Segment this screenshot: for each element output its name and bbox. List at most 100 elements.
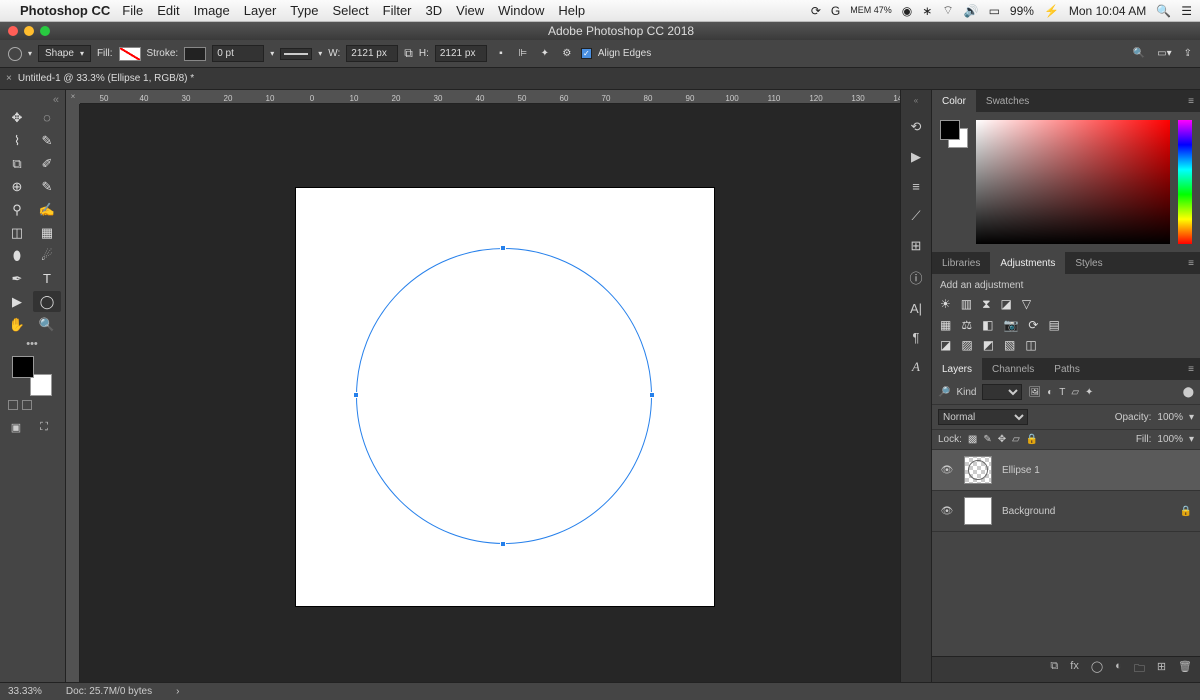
canvas-area[interactable]: × 50 40 30 20 10 0 10 20 30 40 50 60 70 … (66, 90, 900, 682)
fill-swatch[interactable] (119, 47, 141, 61)
spotlight-icon[interactable]: 🔍 (1156, 4, 1171, 18)
default-colors-icon[interactable] (8, 400, 18, 410)
clock[interactable]: Mon 10:04 AM (1069, 4, 1146, 18)
volume-icon[interactable]: 🔊 (964, 4, 979, 18)
adj-invert-icon[interactable]: ◪ (940, 338, 951, 352)
document-tab[interactable]: Untitled-1 @ 33.3% (Ellipse 1, RGB/8) * (18, 73, 194, 84)
hue-slider[interactable] (1178, 120, 1192, 244)
lock-pos-icon[interactable]: ✥ (998, 434, 1006, 445)
menu-type[interactable]: Type (290, 3, 318, 18)
handle-top[interactable] (500, 245, 506, 251)
tab-color[interactable]: Color (932, 90, 976, 112)
pen-tool[interactable]: ✒ (3, 268, 31, 289)
dodge-tool[interactable]: ☄ (33, 245, 61, 266)
layer-name[interactable]: Background (1002, 506, 1055, 517)
adj-gradmap-icon[interactable]: ▧ (1004, 338, 1015, 352)
quickmask-tool[interactable]: ▣ (2, 416, 30, 438)
gradient-tool[interactable]: ▦ (33, 222, 61, 243)
tab-layers[interactable]: Layers (932, 358, 982, 380)
stroke-weight-input[interactable]: 0 pt (212, 45, 264, 62)
lock-nest-icon[interactable]: ▱ (1012, 434, 1020, 445)
menu-edit[interactable]: Edit (157, 3, 179, 18)
logitech-icon[interactable]: G (831, 4, 840, 18)
brush-settings-icon[interactable]: ≡ (912, 179, 920, 194)
close-window-button[interactable] (8, 26, 18, 36)
blur-tool[interactable]: ⬮ (3, 245, 31, 266)
minimize-window-button[interactable] (24, 26, 34, 36)
clone-source-icon[interactable]: ⊞ (911, 238, 922, 254)
delete-layer-icon[interactable]: 🗑 (1178, 660, 1192, 679)
adj-brightness-icon[interactable]: ☀ (940, 297, 951, 312)
menu-filter[interactable]: Filter (383, 3, 412, 18)
zoom-level[interactable]: 33.33% (8, 686, 42, 697)
new-group-icon[interactable]: 🗀 (1134, 660, 1145, 679)
info-icon[interactable]: ⓘ (909, 268, 922, 287)
clone-tool[interactable]: ⚲ (3, 199, 31, 220)
fill-opacity-value[interactable]: 100% (1157, 434, 1183, 445)
share-icon[interactable]: ⇪ (1184, 48, 1192, 59)
hand-tool[interactable]: ✋ (3, 314, 31, 335)
tab-channels[interactable]: Channels (982, 358, 1044, 380)
brush-tool[interactable]: ✎ (33, 176, 61, 197)
ruler-origin[interactable]: × (66, 90, 80, 104)
eyedropper-tool[interactable]: ✐ (33, 153, 61, 174)
adj-poster-icon[interactable]: ▨ (961, 338, 972, 352)
close-document-icon[interactable]: × (6, 73, 12, 84)
stroke-style-select[interactable] (280, 48, 312, 60)
lock-all-icon[interactable]: 🔒 (1026, 434, 1038, 445)
menu-select[interactable]: Select (332, 3, 368, 18)
history-brush-tool[interactable]: ✍ (33, 199, 61, 220)
lock-trans-icon[interactable]: ▩ (968, 434, 977, 445)
status-chevron-icon[interactable]: › (176, 686, 179, 697)
path-align-icon[interactable]: ⊫ (515, 48, 531, 59)
visibility-icon[interactable]: 👁 (940, 465, 954, 476)
workspace-select-icon[interactable]: ▭▾ (1157, 48, 1171, 59)
screenmode-tool[interactable]: ⛶ (30, 416, 58, 438)
handle-left[interactable] (353, 392, 359, 398)
collapse-tools-icon[interactable]: « (2, 94, 63, 106)
menu-3d[interactable]: 3D (426, 3, 443, 18)
tab-swatches[interactable]: Swatches (976, 90, 1039, 112)
lasso-tool[interactable]: ⌇ (3, 130, 31, 151)
search-icon[interactable]: 🔍 (1133, 48, 1145, 59)
ellipse-shape[interactable] (356, 248, 652, 544)
menu-view[interactable]: View (456, 3, 484, 18)
layer-background[interactable]: 👁 Background 🔒 (932, 491, 1200, 532)
handle-bottom[interactable] (500, 541, 506, 547)
layer-name[interactable]: Ellipse 1 (1002, 465, 1040, 476)
menu-layer[interactable]: Layer (244, 3, 277, 18)
filter-smart-icon[interactable]: ✦ (1085, 387, 1093, 398)
filter-shape-icon[interactable]: ▱ (1071, 387, 1079, 398)
character-icon[interactable]: A| (910, 301, 922, 316)
marquee-tool[interactable]: ◌ (33, 107, 61, 128)
filter-adj-icon[interactable]: ◐ (1047, 387, 1053, 398)
ellipse-tool-icon[interactable] (8, 47, 22, 61)
menu-window[interactable]: Window (498, 3, 544, 18)
quick-select-tool[interactable]: ✎ (33, 130, 61, 151)
adj-balance-icon[interactable]: ⚖ (961, 318, 972, 332)
app-menu[interactable]: Photoshop CC (20, 3, 110, 18)
align-edges-checkbox[interactable]: ✓ (581, 48, 592, 59)
adj-panel-menu-icon[interactable]: ≡ (1182, 258, 1200, 269)
menu-file[interactable]: File (122, 3, 143, 18)
fg-bg-colors[interactable] (12, 356, 52, 396)
tab-styles[interactable]: Styles (1065, 252, 1112, 274)
link-wh-icon[interactable]: ⧉ (404, 46, 413, 61)
tab-libraries[interactable]: Libraries (932, 252, 990, 274)
adj-levels-icon[interactable]: ▥ (961, 297, 972, 312)
filter-type-icon[interactable]: T (1059, 387, 1065, 398)
history-icon[interactable]: ⟲ (911, 119, 922, 135)
width-input[interactable]: 2121 px (346, 45, 398, 62)
wifi-icon[interactable]: ⌔ (942, 3, 953, 18)
swap-colors-icon[interactable] (22, 400, 32, 410)
shape-tool[interactable]: ◯ (33, 291, 61, 312)
adj-photo-icon[interactable]: 📷 (1003, 318, 1018, 332)
layer-thumb[interactable] (964, 456, 992, 484)
visibility-icon[interactable]: 👁 (940, 506, 954, 517)
artboard[interactable] (296, 188, 714, 606)
ruler-horizontal[interactable]: 50 40 30 20 10 0 10 20 30 40 50 60 70 80… (80, 90, 900, 104)
bluetooth-icon[interactable]: ∗ (922, 4, 932, 18)
adj-hue-icon[interactable]: ▦ (940, 318, 951, 332)
menu-image[interactable]: Image (194, 3, 230, 18)
link-layers-icon[interactable]: ⧉ (1050, 660, 1058, 679)
